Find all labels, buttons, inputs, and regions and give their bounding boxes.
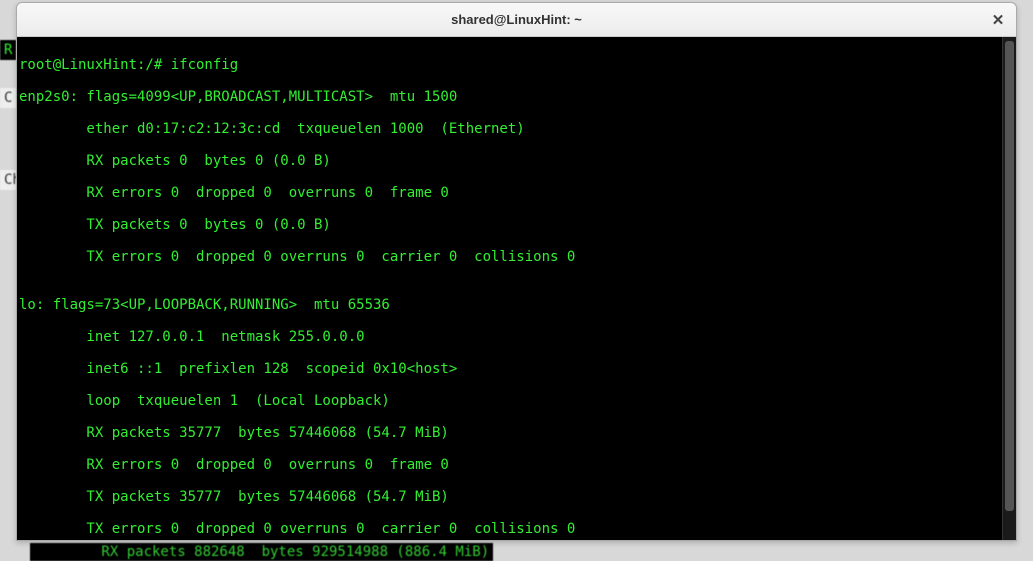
output-line: RX errors 0 dropped 0 overruns 0 frame 0 bbox=[19, 457, 1000, 473]
output-line: RX packets 0 bytes 0 (0.0 B) bbox=[19, 153, 1000, 169]
output-line: inet 127.0.0.1 netmask 255.0.0.0 bbox=[19, 329, 1000, 345]
titlebar[interactable]: shared@LinuxHint: ~ ✕ bbox=[17, 3, 1016, 37]
output-line: lo: flags=73<UP,LOOPBACK,RUNNING> mtu 65… bbox=[19, 297, 1000, 313]
output-line: TX packets 35777 bytes 57446068 (54.7 Mi… bbox=[19, 489, 1000, 505]
output-line: loop txqueuelen 1 (Local Loopback) bbox=[19, 393, 1000, 409]
bg-bottom-fragment: RX packets 882648 bytes 929514988 (886.4… bbox=[30, 543, 493, 561]
command: ifconfig bbox=[171, 57, 238, 73]
output-line: ether d0:17:c2:12:3c:cd txqueuelen 1000 … bbox=[19, 121, 1000, 137]
output-line: TX errors 0 dropped 0 overruns 0 carrier… bbox=[19, 249, 1000, 265]
terminal[interactable]: root@LinuxHint:/# ifconfig enp2s0: flags… bbox=[17, 37, 1002, 540]
output-line: RX packets 35777 bytes 57446068 (54.7 Mi… bbox=[19, 425, 1000, 441]
scrollbar-thumb[interactable] bbox=[1005, 41, 1014, 511]
terminal-area: root@LinuxHint:/# ifconfig enp2s0: flags… bbox=[17, 37, 1016, 540]
prompt-line: root@LinuxHint:/# ifconfig bbox=[19, 57, 1000, 73]
close-icon: ✕ bbox=[992, 11, 1005, 29]
output-line: enp2s0: flags=4099<UP,BROADCAST,MULTICAS… bbox=[19, 89, 1000, 105]
prompt: root@LinuxHint:/# bbox=[19, 57, 171, 73]
close-button[interactable]: ✕ bbox=[990, 12, 1006, 28]
bg-fragment: R bbox=[0, 40, 16, 60]
bg-fragment: C bbox=[0, 88, 16, 108]
output-line: RX errors 0 dropped 0 overruns 0 frame 0 bbox=[19, 185, 1000, 201]
scrollbar[interactable] bbox=[1002, 37, 1016, 540]
output-line: TX packets 0 bytes 0 (0.0 B) bbox=[19, 217, 1000, 233]
output-line: inet6 ::1 prefixlen 128 scopeid 0x10<hos… bbox=[19, 361, 1000, 377]
output-line: TX errors 0 dropped 0 overruns 0 carrier… bbox=[19, 521, 1000, 537]
window-title: shared@LinuxHint: ~ bbox=[451, 12, 582, 27]
terminal-window: shared@LinuxHint: ~ ✕ root@LinuxHint:/# … bbox=[16, 2, 1017, 541]
